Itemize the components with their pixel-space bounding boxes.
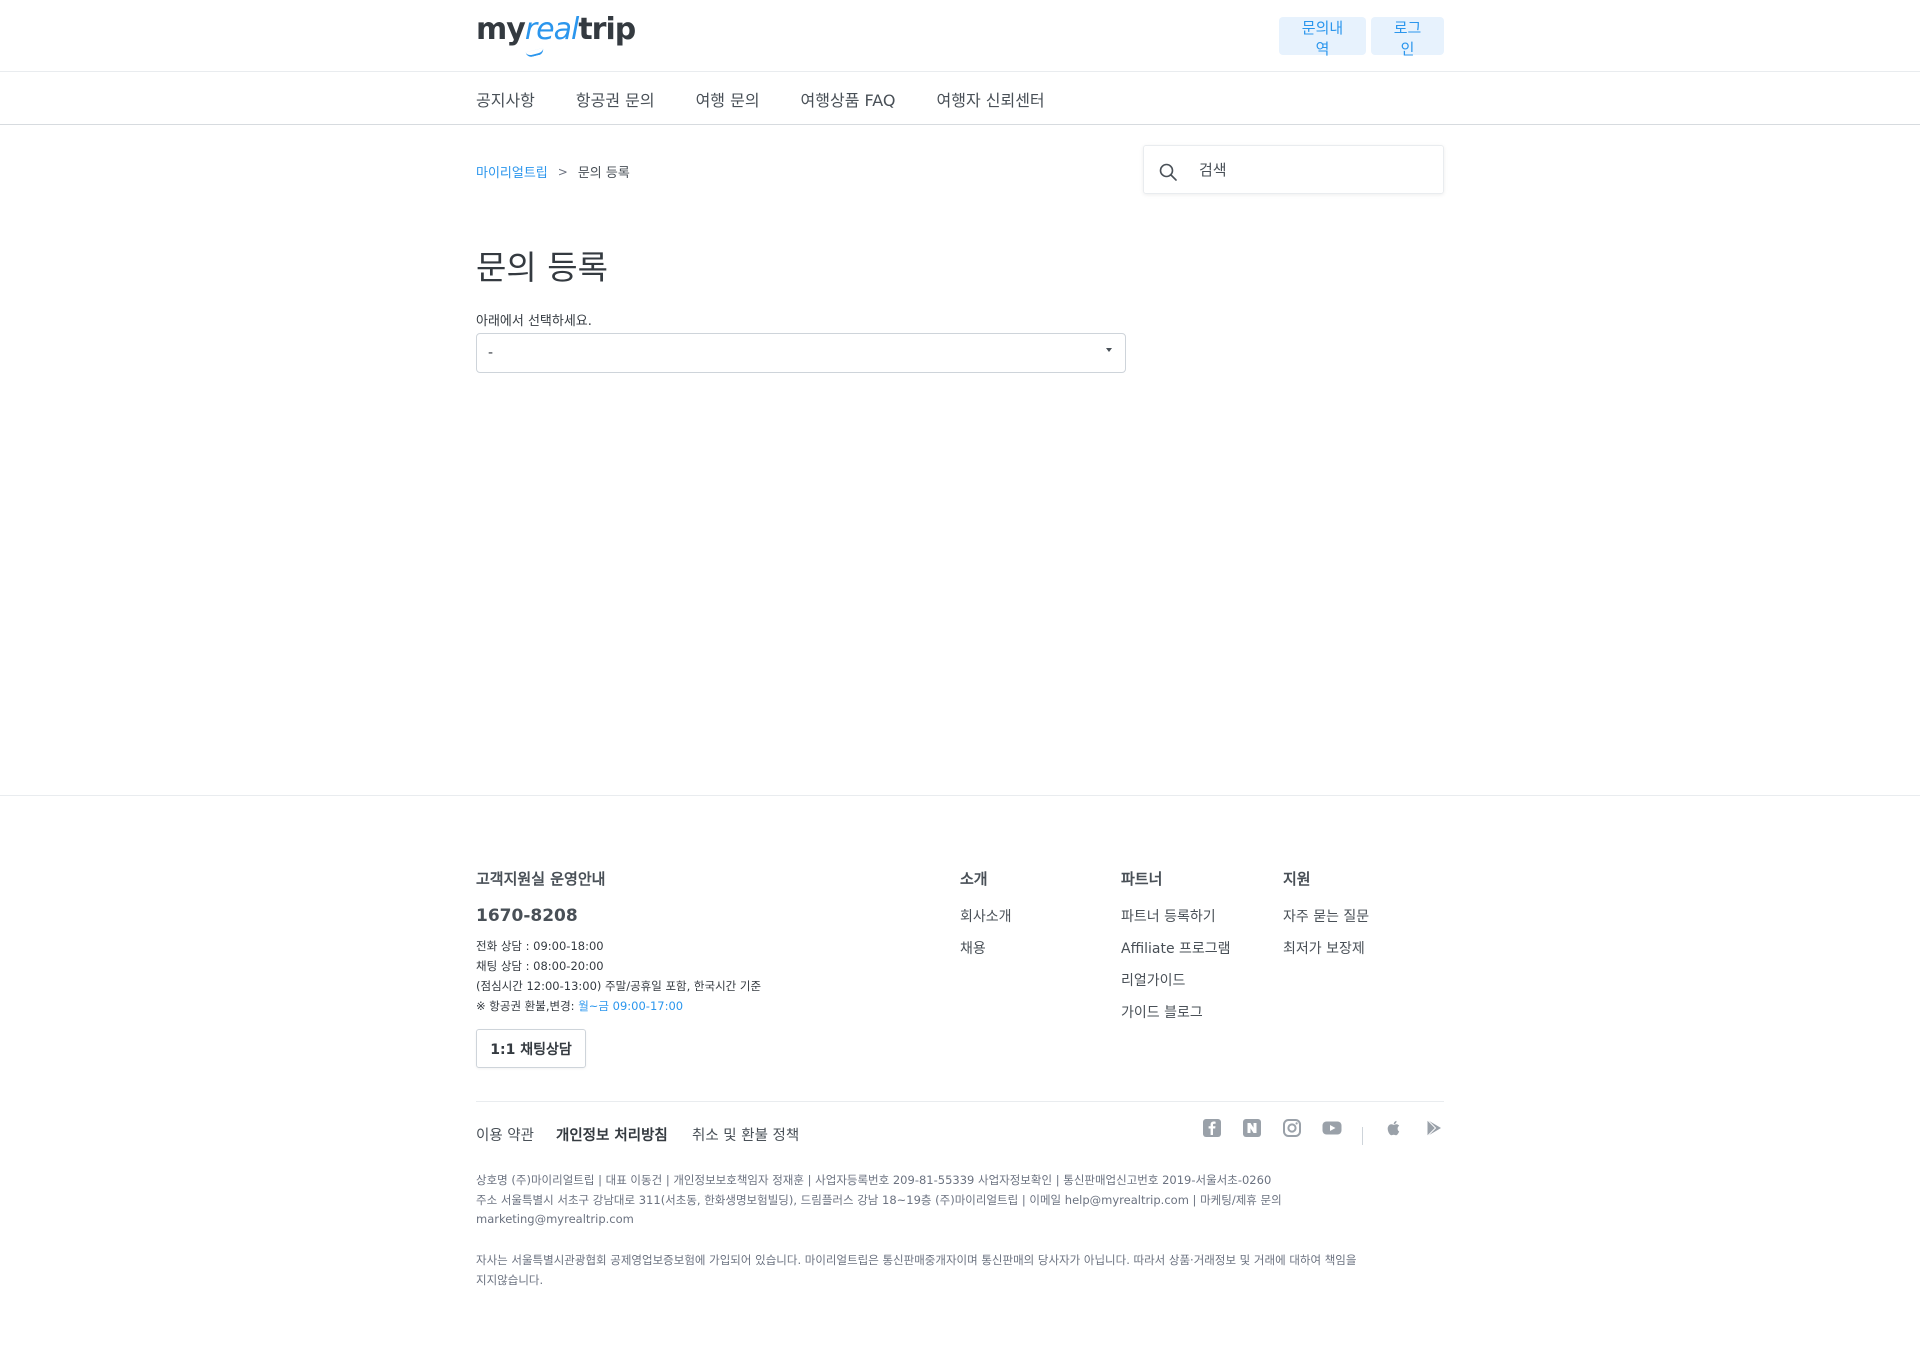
breadcrumb: 마이리얼트립 > 문의 등록 bbox=[476, 162, 630, 182]
apple-icon[interactable] bbox=[1384, 1118, 1404, 1138]
footer-support-title: 지원 bbox=[1283, 870, 1311, 888]
main-nav: 공지사항 항공권 문의 여행 문의 여행상품 FAQ 여행자 신뢰센터 bbox=[0, 72, 1920, 125]
cs-hours-note: (점심시간 12:00-13:00) 주말/공휴일 포함, 한국시간 기준 bbox=[476, 979, 762, 993]
footer-link-lowest-price[interactable]: 최저가 보장제 bbox=[1283, 938, 1365, 958]
search-icon bbox=[1159, 163, 1177, 181]
cs-phone: 1670-8208 bbox=[476, 906, 578, 926]
select-value: - bbox=[488, 345, 494, 361]
footer-link-faq[interactable]: 자주 묻는 질문 bbox=[1283, 906, 1369, 926]
breadcrumb-separator: > bbox=[557, 164, 568, 179]
nav-item-notices[interactable]: 공지사항 bbox=[476, 87, 535, 111]
logo[interactable]: myrealtrip bbox=[476, 12, 636, 59]
cs-air-note-prefix: ※ 항공권 환불,변경: bbox=[476, 999, 579, 1013]
logo-swoosh-icon bbox=[525, 47, 545, 59]
search-box bbox=[1143, 145, 1444, 194]
footer: 고객지원실 운영안내 1670-8208 전화 상담 : 09:00-18:00… bbox=[0, 795, 1920, 1359]
breadcrumb-current: 문의 등록 bbox=[577, 166, 630, 181]
breadcrumb-home-link[interactable]: 마이리얼트립 bbox=[476, 162, 548, 181]
policy-privacy-link[interactable]: 개인정보 처리방침 bbox=[556, 1124, 668, 1145]
select-label: 아래에서 선택하세요. bbox=[476, 314, 592, 329]
chat-consult-button[interactable]: 1:1 채팅상담 bbox=[476, 1029, 586, 1068]
nav-item-travel-inquiry[interactable]: 여행 문의 bbox=[696, 87, 760, 111]
cs-hours-phone: 전화 상담 : 09:00-18:00 bbox=[476, 939, 604, 953]
google-play-icon[interactable] bbox=[1424, 1118, 1444, 1138]
logo-part-my: my bbox=[476, 12, 526, 47]
footer-link-careers[interactable]: 채용 bbox=[960, 938, 986, 958]
header: myrealtrip 문의내역 로그인 bbox=[0, 0, 1920, 72]
disclaimer-line-2: 지지않습니다. bbox=[476, 1273, 544, 1287]
policy-refund-link[interactable]: 취소 및 환불 정책 bbox=[692, 1124, 799, 1145]
company-info-line-3: marketing@myrealtrip.com bbox=[476, 1212, 634, 1226]
naver-icon[interactable] bbox=[1242, 1118, 1262, 1138]
footer-link-company[interactable]: 회사소개 bbox=[960, 906, 1012, 926]
inquiries-button[interactable]: 문의내역 bbox=[1279, 17, 1366, 58]
nav-item-product-faq[interactable]: 여행상품 FAQ bbox=[801, 87, 896, 111]
footer-divider bbox=[476, 1101, 1444, 1102]
footer-link-partner-register[interactable]: 파트너 등록하기 bbox=[1121, 906, 1216, 926]
inquiry-type-select[interactable]: - bbox=[476, 333, 1126, 373]
disclaimer-line-1: 자사는 서울특별시관광협회 공제영업보증보험에 가입되어 있습니다. 마이리얼트… bbox=[476, 1253, 1357, 1267]
page-title: 문의 등록 bbox=[476, 248, 608, 287]
footer-link-guide-blog[interactable]: 가이드 블로그 bbox=[1121, 1002, 1203, 1022]
company-info-line-2: 주소 서울특별시 서초구 강남대로 311(서초동, 한화생명보험빌딩), 드림… bbox=[476, 1193, 1282, 1207]
logo-part-trip: trip bbox=[578, 12, 636, 47]
policy-terms-link[interactable]: 이용 약관 bbox=[476, 1124, 534, 1145]
login-button[interactable]: 로그인 bbox=[1371, 17, 1444, 58]
cs-title: 고객지원실 운영안내 bbox=[476, 870, 606, 888]
cs-hours-chat: 채팅 상담 : 08:00-20:00 bbox=[476, 959, 604, 973]
facebook-icon[interactable] bbox=[1202, 1118, 1222, 1138]
chevron-down-icon bbox=[1106, 348, 1112, 352]
footer-about-title: 소개 bbox=[960, 870, 988, 888]
cs-air-note: ※ 항공권 환불,변경: 월~금 09:00-17:00 bbox=[476, 998, 683, 1014]
instagram-icon[interactable] bbox=[1282, 1118, 1302, 1138]
company-info-line-1: 상호명 (주)마이리얼트립 | 대표 이동건 | 개인정보보호책임자 정재훈 |… bbox=[476, 1173, 1272, 1187]
footer-partner-title: 파트너 bbox=[1121, 870, 1163, 888]
youtube-icon[interactable] bbox=[1322, 1118, 1342, 1138]
nav-item-trust-center[interactable]: 여행자 신뢰센터 bbox=[937, 87, 1045, 111]
footer-link-affiliate[interactable]: Affiliate 프로그램 bbox=[1121, 938, 1231, 958]
sns-divider bbox=[1362, 1127, 1363, 1145]
logo-part-real: real bbox=[524, 12, 580, 47]
search-input[interactable] bbox=[1199, 158, 1429, 182]
footer-link-realguide[interactable]: 리얼가이드 bbox=[1121, 970, 1185, 990]
cs-air-note-hours: 월~금 09:00-17:00 bbox=[578, 999, 684, 1013]
nav-item-flight-inquiry[interactable]: 항공권 문의 bbox=[576, 87, 655, 111]
